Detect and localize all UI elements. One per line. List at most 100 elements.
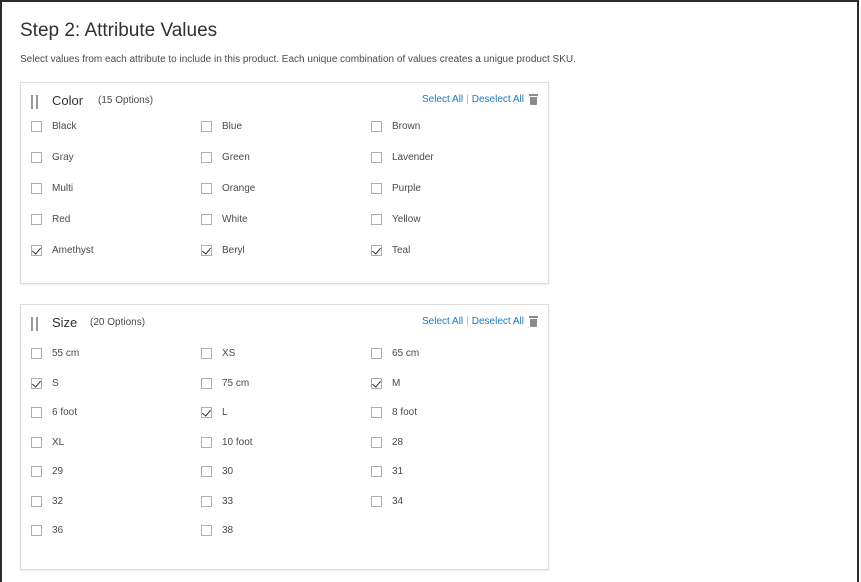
trash-icon[interactable] xyxy=(529,94,538,105)
option-item[interactable]: S xyxy=(31,377,59,389)
checkbox[interactable] xyxy=(371,436,382,448)
option-item[interactable]: 6 foot xyxy=(31,407,77,418)
page-title: Step 2: Attribute Values xyxy=(20,20,218,41)
checkbox[interactable] xyxy=(201,152,212,163)
checkbox[interactable] xyxy=(31,214,42,225)
checkbox[interactable] xyxy=(31,183,42,194)
drag-handle-icon[interactable] xyxy=(31,317,39,331)
option-item[interactable]: Black xyxy=(31,121,76,132)
option-label: 75 cm xyxy=(222,377,250,389)
checkbox[interactable] xyxy=(201,495,212,507)
page-description: Select values from each attribute to inc… xyxy=(20,54,576,65)
select-all-link[interactable]: Select All xyxy=(422,94,463,105)
checkbox[interactable] xyxy=(31,121,42,132)
option-item[interactable]: Multi xyxy=(31,183,73,194)
option-item[interactable]: 55 cm xyxy=(31,348,79,359)
checkbox[interactable] xyxy=(371,152,382,163)
checkbox-checked[interactable] xyxy=(371,377,382,389)
option-item[interactable]: White xyxy=(201,214,248,225)
checkbox[interactable] xyxy=(31,348,42,359)
checkbox[interactable] xyxy=(31,436,42,448)
option-item[interactable]: Amethyst xyxy=(31,245,94,256)
option-item[interactable]: 30 xyxy=(201,466,233,477)
checkbox[interactable] xyxy=(31,466,42,477)
checkbox-checked[interactable] xyxy=(201,245,212,256)
checkbox-checked[interactable] xyxy=(201,407,212,418)
option-label: 31 xyxy=(392,466,404,477)
option-label: XL xyxy=(52,436,65,448)
option-item[interactable]: 36 xyxy=(31,525,63,536)
option-label: 55 cm xyxy=(52,348,80,359)
checkbox[interactable] xyxy=(31,152,42,163)
option-label: 29 xyxy=(52,466,64,477)
option-label: White xyxy=(222,214,248,225)
option-label: 6 foot xyxy=(52,407,78,418)
checkbox[interactable] xyxy=(201,377,212,389)
option-item[interactable]: M xyxy=(371,377,400,389)
option-label: 30 xyxy=(222,466,234,477)
checkbox[interactable] xyxy=(371,407,382,418)
option-item[interactable]: Green xyxy=(201,152,250,163)
checkbox[interactable] xyxy=(201,348,212,359)
option-item[interactable]: Purple xyxy=(371,183,421,194)
option-item[interactable]: 31 xyxy=(371,466,403,477)
checkbox[interactable] xyxy=(201,436,212,448)
option-label: Red xyxy=(52,214,71,225)
checkbox[interactable] xyxy=(371,214,382,225)
checkbox[interactable] xyxy=(31,525,42,536)
option-label: 28 xyxy=(392,436,404,448)
option-item[interactable]: 10 foot xyxy=(201,436,253,448)
option-item[interactable]: Gray xyxy=(31,152,74,163)
option-item[interactable]: XL xyxy=(31,436,65,448)
option-label: 32 xyxy=(52,495,64,507)
checkbox[interactable] xyxy=(201,214,212,225)
option-item[interactable]: Lavender xyxy=(371,152,434,163)
option-item[interactable]: 38 xyxy=(201,525,233,536)
option-item[interactable]: Red xyxy=(31,214,70,225)
checkbox[interactable] xyxy=(371,121,382,132)
option-item[interactable]: 29 xyxy=(31,466,63,477)
checkbox[interactable] xyxy=(201,121,212,132)
attribute-actions: Select All | Deselect All xyxy=(422,94,538,105)
checkbox[interactable] xyxy=(371,348,382,359)
option-label: XS xyxy=(222,348,236,359)
deselect-all-link[interactable]: Deselect All xyxy=(472,316,524,327)
checkbox-checked[interactable] xyxy=(371,245,382,256)
trash-icon[interactable] xyxy=(529,316,538,327)
option-item[interactable]: 34 xyxy=(371,495,403,507)
option-label: Brown xyxy=(392,121,421,132)
checkbox[interactable] xyxy=(201,466,212,477)
checkbox[interactable] xyxy=(201,183,212,194)
option-item[interactable]: Teal xyxy=(371,245,410,256)
deselect-all-link[interactable]: Deselect All xyxy=(472,94,524,105)
option-label: Lavender xyxy=(392,152,434,163)
option-label: S xyxy=(52,377,59,389)
option-item[interactable]: Brown xyxy=(371,121,420,132)
checkbox-checked[interactable] xyxy=(31,377,42,389)
checkbox[interactable] xyxy=(371,495,382,507)
attribute-option-count: (20 Options) xyxy=(90,317,146,328)
option-item[interactable]: L xyxy=(201,407,228,418)
option-item[interactable]: Blue xyxy=(201,121,242,132)
select-all-link[interactable]: Select All xyxy=(422,316,463,327)
checkbox[interactable] xyxy=(371,183,382,194)
option-item[interactable]: XS xyxy=(201,348,235,359)
option-item[interactable]: Orange xyxy=(201,183,255,194)
drag-handle-icon[interactable] xyxy=(31,95,39,109)
option-item[interactable]: 65 cm xyxy=(371,348,419,359)
separator: | xyxy=(466,316,469,327)
attribute-panel-header: Size (20 Options) Select All | Deselect … xyxy=(21,305,548,341)
attribute-option-count: (15 Options) xyxy=(98,95,154,106)
option-item[interactable]: 8 foot xyxy=(371,407,417,418)
checkbox[interactable] xyxy=(201,525,212,536)
option-item[interactable]: Yellow xyxy=(371,214,421,225)
option-item[interactable]: 33 xyxy=(201,495,233,507)
option-item[interactable]: 32 xyxy=(31,495,64,507)
checkbox[interactable] xyxy=(371,466,382,477)
option-item[interactable]: 28 xyxy=(371,436,404,448)
checkbox-checked[interactable] xyxy=(31,245,42,256)
checkbox[interactable] xyxy=(31,495,42,507)
option-item[interactable]: Beryl xyxy=(201,245,245,256)
checkbox[interactable] xyxy=(31,407,42,418)
option-item[interactable]: 75 cm xyxy=(201,377,250,389)
